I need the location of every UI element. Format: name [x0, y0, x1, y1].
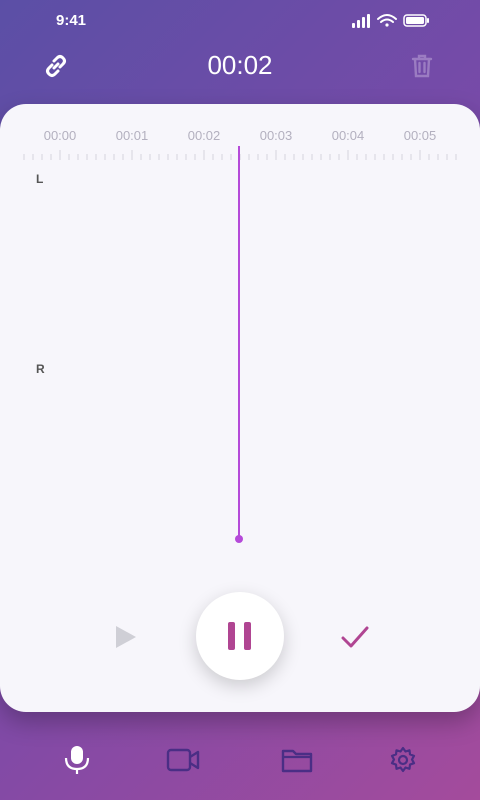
status-bar: 9:41 [0, 0, 480, 40]
status-time: 9:41 [56, 12, 87, 29]
pause-button[interactable] [196, 592, 284, 680]
signal-icon [352, 14, 370, 28]
trash-icon[interactable] [408, 52, 436, 80]
pause-icon [244, 622, 251, 650]
play-icon[interactable] [110, 622, 140, 652]
header: 00:02 [0, 40, 480, 96]
playback-controls [0, 590, 480, 690]
check-icon[interactable] [338, 620, 372, 654]
folder-icon[interactable] [280, 744, 314, 776]
status-icons [352, 14, 429, 28]
left-waveform [39, 191, 240, 333]
wifi-icon [377, 14, 397, 27]
video-camera-icon[interactable] [166, 744, 200, 776]
microphone-icon[interactable] [60, 744, 94, 776]
recorder-card: 00:00 00:01 00:02 00:03 00:04 00:05 L R [0, 104, 480, 712]
settings-gear-icon[interactable] [386, 744, 420, 776]
battery-icon [403, 14, 429, 27]
pause-icon [228, 622, 235, 650]
playhead-handle [235, 535, 243, 543]
bottom-nav [0, 726, 480, 790]
right-waveform [39, 378, 225, 522]
